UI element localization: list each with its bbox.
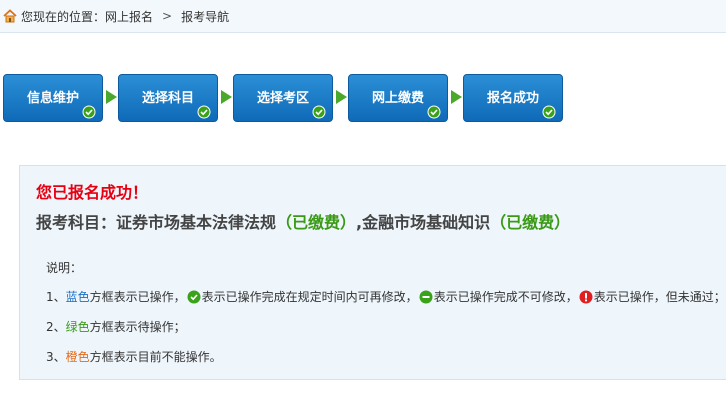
note-color-green: 绿色 xyxy=(65,320,90,334)
subject2-paid-status: （已缴费） xyxy=(490,213,571,232)
green-check-icon xyxy=(312,105,326,119)
green-arrow-right-icon xyxy=(451,90,462,104)
subject-prefix: 报考科目：证券市场基本法律法规 xyxy=(36,213,277,232)
note-index: 3、 xyxy=(46,350,66,364)
red-exclamation-icon xyxy=(579,290,593,304)
subject-line: 报考科目：证券市场基本法律法规（已缴费）,金融市场基础知识（已缴费） xyxy=(36,209,570,233)
note-text: 方框表示已操作， xyxy=(89,290,186,304)
breadcrumb-location[interactable]: 您现在的位置：网上报名 xyxy=(21,8,153,25)
note-text: 表示已操作完成不可修改， xyxy=(433,290,578,304)
step-label: 选择科目 xyxy=(141,90,194,106)
note-color-orange: 橙色 xyxy=(65,350,90,364)
notes-label: 说明： xyxy=(46,261,83,275)
subject-separator: ,金融市场基础知识 xyxy=(356,213,491,232)
green-arrow-right-icon xyxy=(106,90,117,104)
note-color-blue: 蓝色 xyxy=(65,290,90,304)
green-check-icon xyxy=(542,105,556,119)
registration-result-panel: 您已报名成功！ 报考科目：证券市场基本法律法规（已缴费）,金融市场基础知识（已缴… xyxy=(19,165,726,380)
note-text: 方框表示目前不能操作。 xyxy=(89,350,222,364)
step-label: 选择考区 xyxy=(256,90,309,106)
note-row-3: 3、 橙色 方框表示目前不能操作。 xyxy=(46,348,222,365)
step-label: 网上缴费 xyxy=(371,90,424,106)
green-check-icon xyxy=(187,290,201,304)
note-text: 表示已操作完成在规定时间内可再修改， xyxy=(201,290,418,304)
step-label: 报名成功 xyxy=(486,90,539,106)
subject1-paid-status: （已缴费） xyxy=(276,213,357,232)
note-index: 1、 xyxy=(46,290,66,304)
green-arrow-right-icon xyxy=(221,90,232,104)
note-text: 方框表示待操作； xyxy=(89,320,186,334)
green-check-icon xyxy=(427,105,441,119)
note-row-1: 1、 蓝色 方框表示已操作， 表示已操作完成在规定时间内可再修改， 表示已操作完… xyxy=(46,288,726,305)
note-index: 2、 xyxy=(46,320,66,334)
green-check-icon xyxy=(82,105,96,119)
step-info-maintenance[interactable]: 信息维护 xyxy=(3,74,103,122)
green-check-icon xyxy=(197,105,211,119)
registration-steps: 信息维护 选择科目 选择考区 网上缴费 报名成功 xyxy=(3,74,563,122)
step-select-subject[interactable]: 选择科目 xyxy=(118,74,218,122)
step-label: 信息维护 xyxy=(26,90,79,106)
note-text: 表示已操作，但未通过； xyxy=(593,290,726,304)
note-row-2: 2、 绿色 方框表示待操作； xyxy=(46,318,186,335)
step-select-exam-area[interactable]: 选择考区 xyxy=(233,74,333,122)
success-title: 您已报名成功！ xyxy=(36,183,149,202)
step-online-payment[interactable]: 网上缴费 xyxy=(348,74,448,122)
green-arrow-right-icon xyxy=(336,90,347,104)
step-registration-success[interactable]: 报名成功 xyxy=(463,74,563,122)
breadcrumb-separator: > xyxy=(162,9,173,23)
breadcrumb-current: 报考导航 xyxy=(181,9,230,24)
green-minus-icon xyxy=(419,290,433,304)
home-icon xyxy=(2,8,18,24)
breadcrumb: 您现在的位置：网上报名 > 报考导航 xyxy=(0,0,726,33)
